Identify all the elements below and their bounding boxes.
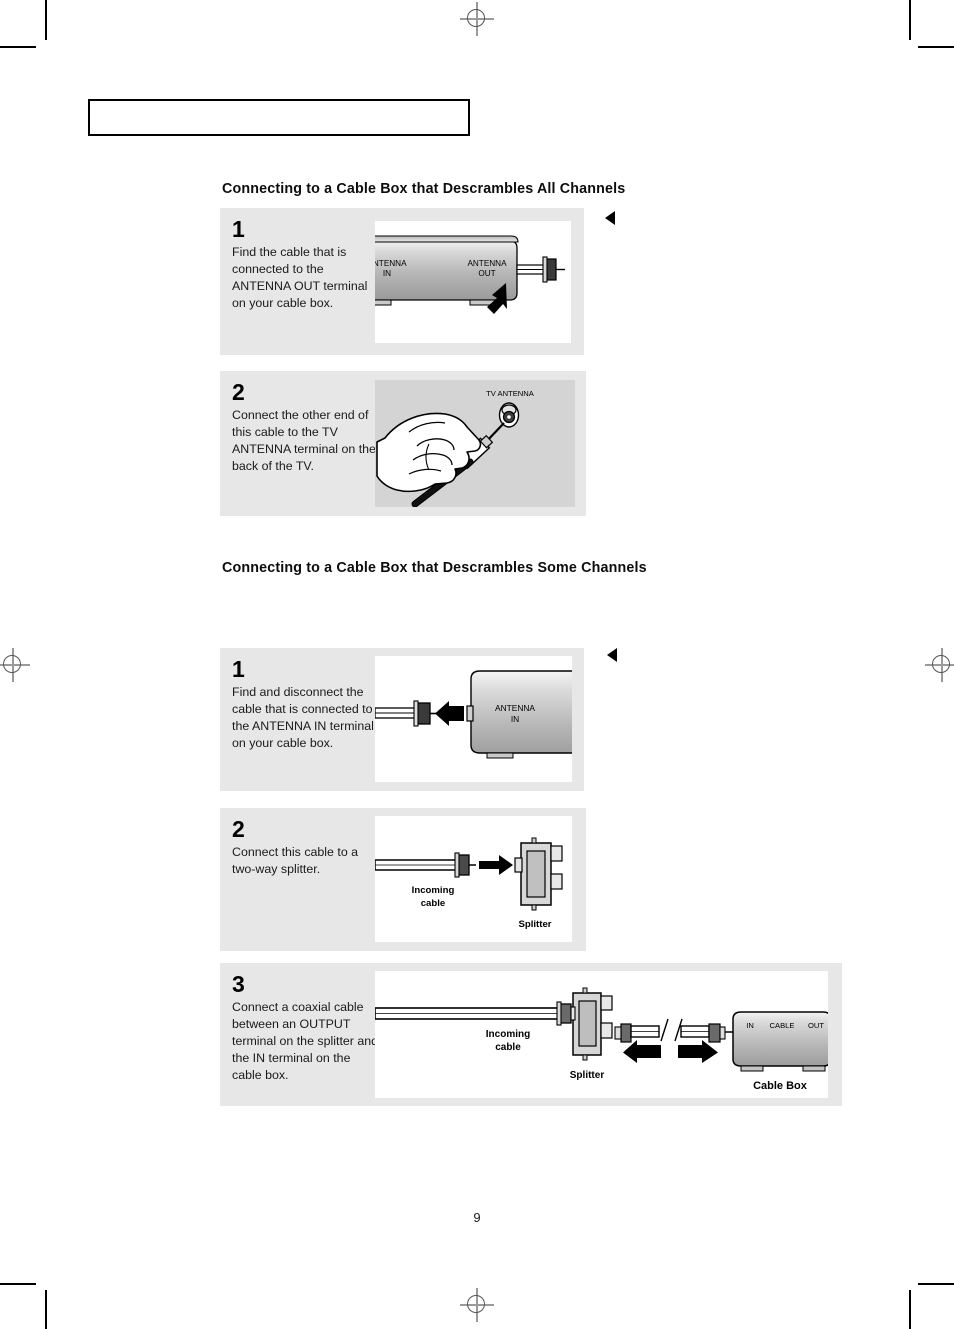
step-text-some-2: 2 Connect this cable to a two-way splitt… bbox=[232, 818, 380, 878]
hand-tv-antenna-drawing: TV ANTENNA bbox=[375, 380, 575, 507]
svg-text:Splitter: Splitter bbox=[570, 1070, 605, 1081]
cable-to-splitter-drawing: Incoming cable Splitter bbox=[375, 837, 563, 930]
splitter-to-cable-box-drawing: IN CABLE OUT Incoming cable Splitter Cab… bbox=[375, 987, 828, 1092]
step-description: Connect the other end of this cable to t… bbox=[232, 408, 376, 473]
svg-text:Cable Box: Cable Box bbox=[753, 1080, 808, 1092]
figure-cable-to-splitter: Incoming cable Splitter bbox=[375, 816, 572, 942]
registration-mark-right bbox=[925, 648, 954, 682]
step-number: 2 bbox=[232, 379, 245, 405]
crop-mark-top-left-horizontal bbox=[0, 46, 36, 48]
svg-text:Splitter: Splitter bbox=[518, 919, 551, 930]
step-description: Find the cable that is connected to the … bbox=[232, 245, 368, 310]
crop-mark-bottom-left-vertical bbox=[45, 1290, 47, 1329]
svg-text:ANTENNA: ANTENNA bbox=[467, 259, 507, 268]
step-number: 1 bbox=[232, 656, 245, 682]
step-text-some-3: 3 Connect a coaxial cable between an OUT… bbox=[232, 973, 380, 1084]
crop-mark-top-right-horizontal bbox=[918, 46, 954, 48]
crop-mark-bottom-left-horizontal bbox=[0, 1283, 36, 1285]
disconnect-antenna-in-drawing: ANTENNA IN bbox=[375, 670, 572, 759]
svg-text:ANTENNA: ANTENNA bbox=[375, 259, 407, 268]
step-text-some-1: 1 Find and disconnect the cable that is … bbox=[232, 658, 380, 752]
step-description: Connect a coaxial cable between an OUTPU… bbox=[232, 1000, 379, 1082]
header-title-box bbox=[88, 99, 470, 136]
step-description: Connect this cable to a two-way splitter… bbox=[232, 845, 359, 876]
page-marker-triangle-all bbox=[605, 211, 615, 225]
svg-text:OUT: OUT bbox=[808, 1021, 824, 1030]
step-number: 3 bbox=[232, 971, 245, 997]
step-text-all-2: 2 Connect the other end of this cable to… bbox=[232, 381, 380, 475]
section-heading-descrambles-all: Connecting to a Cable Box that Descrambl… bbox=[222, 181, 626, 197]
figure-disconnect-antenna-in: ANTENNA IN bbox=[375, 656, 572, 782]
cable-box-antenna-out-drawing: ANTENNA IN ANTENNA OUT bbox=[375, 235, 565, 314]
crop-mark-top-right-vertical bbox=[909, 0, 911, 40]
svg-text:cable: cable bbox=[421, 898, 446, 909]
step-panel-all-1: 1 Find the cable that is connected to th… bbox=[220, 208, 584, 355]
svg-text:OUT: OUT bbox=[478, 269, 495, 278]
figure-hand-connecting-tv-antenna: TV ANTENNA bbox=[375, 380, 575, 507]
registration-mark-left bbox=[0, 648, 30, 682]
crop-mark-bottom-right-horizontal bbox=[918, 1283, 954, 1285]
section-heading-descrambles-some: Connecting to a Cable Box that Descrambl… bbox=[222, 560, 647, 576]
svg-text:cable: cable bbox=[495, 1042, 521, 1053]
svg-text:TV ANTENNA: TV ANTENNA bbox=[486, 389, 535, 398]
step-panel-some-1: 1 Find and disconnect the cable that is … bbox=[220, 648, 584, 791]
figure-splitter-to-cable-box: IN CABLE OUT Incoming cable Splitter Cab… bbox=[375, 971, 828, 1098]
figure-cable-box-antenna-out: ANTENNA IN ANTENNA OUT bbox=[375, 221, 571, 343]
page-marker-triangle-some bbox=[607, 648, 617, 662]
step-panel-all-2: 2 Connect the other end of this cable to… bbox=[220, 371, 586, 516]
step-panel-some-3: 3 Connect a coaxial cable between an OUT… bbox=[220, 963, 842, 1106]
svg-text:ANTENNA: ANTENNA bbox=[495, 703, 535, 713]
svg-text:Incoming: Incoming bbox=[486, 1029, 530, 1040]
svg-text:Incoming: Incoming bbox=[412, 885, 455, 896]
page-number: 9 bbox=[473, 1210, 481, 1225]
step-text-all-1: 1 Find the cable that is connected to th… bbox=[232, 218, 380, 312]
svg-text:IN: IN bbox=[746, 1021, 754, 1030]
svg-text:IN: IN bbox=[383, 269, 391, 278]
step-number: 2 bbox=[232, 816, 245, 842]
svg-text:IN: IN bbox=[511, 714, 519, 724]
step-panel-some-2: 2 Connect this cable to a two-way splitt… bbox=[220, 808, 586, 951]
step-description: Find and disconnect the cable that is co… bbox=[232, 685, 374, 750]
registration-mark-bottom bbox=[460, 1288, 494, 1322]
step-number: 1 bbox=[232, 216, 245, 242]
crop-mark-bottom-right-vertical bbox=[909, 1290, 911, 1329]
registration-mark-top bbox=[460, 2, 494, 36]
svg-text:CABLE: CABLE bbox=[770, 1021, 795, 1030]
crop-mark-top-left-vertical bbox=[45, 0, 47, 40]
